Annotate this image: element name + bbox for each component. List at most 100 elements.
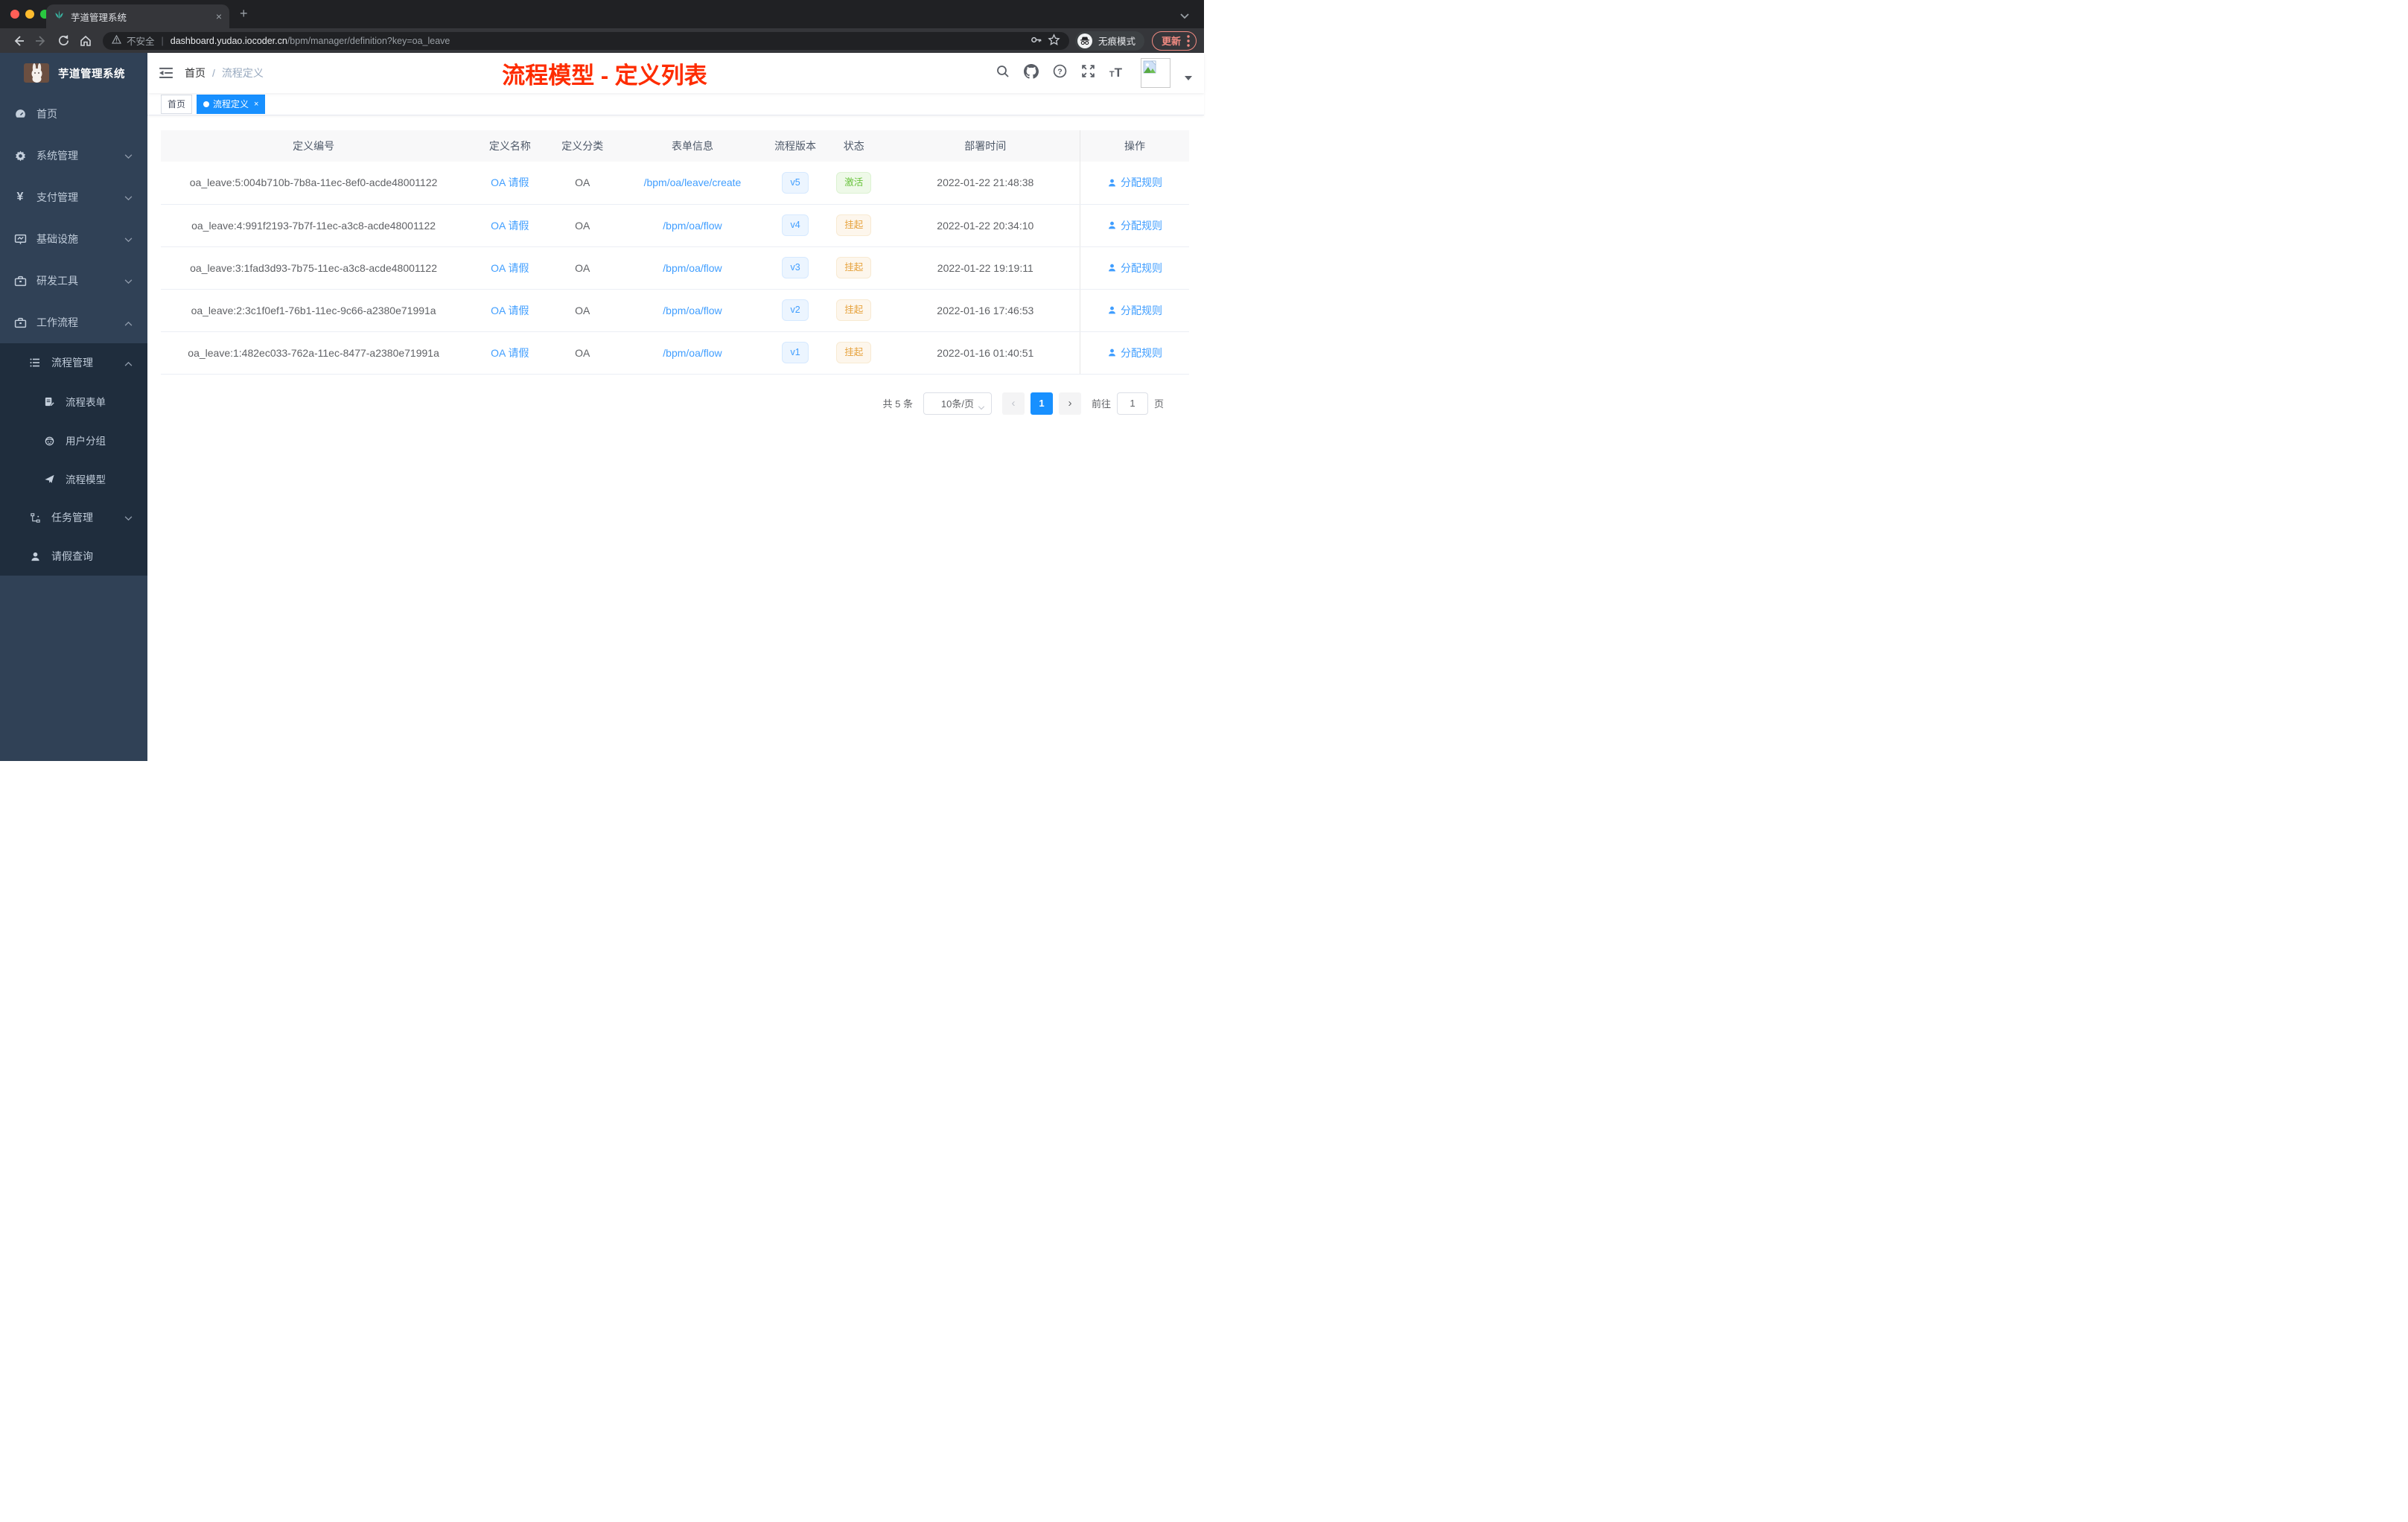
form-link[interactable]: /bpm/oa/flow bbox=[663, 220, 722, 232]
goto-unit-label: 页 bbox=[1153, 398, 1164, 410]
back-icon[interactable] bbox=[7, 34, 30, 48]
chevron-up-icon bbox=[124, 316, 133, 328]
status-badge: 挂起 bbox=[836, 214, 872, 236]
definition-name-link[interactable]: OA 请假 bbox=[491, 347, 529, 359]
fullscreen-icon[interactable] bbox=[1081, 64, 1095, 82]
home-icon[interactable] bbox=[74, 34, 97, 48]
version-badge: v1 bbox=[782, 342, 809, 363]
url-text[interactable]: dashboard.yudao.iocoder.cn/bpm/manager/d… bbox=[171, 36, 450, 46]
sidebar-collapse-icon[interactable] bbox=[159, 67, 173, 79]
definition-name-link[interactable]: OA 请假 bbox=[491, 262, 529, 274]
table-row: oa_leave:4:991f2193-7b7f-11ec-a3c8-acde4… bbox=[161, 204, 1189, 247]
password-key-icon[interactable] bbox=[1030, 34, 1042, 48]
new-tab-button[interactable]: + bbox=[240, 6, 248, 21]
sidebar-item-task-management[interactable]: 任务管理 bbox=[0, 498, 147, 537]
tag-home[interactable]: 首页 bbox=[161, 94, 193, 114]
tab-title: 芋道管理系统 bbox=[71, 12, 127, 23]
current-page-button[interactable]: 1 bbox=[1030, 392, 1053, 415]
tab-close-icon[interactable]: × bbox=[216, 10, 222, 22]
form-link[interactable]: /bpm/oa/flow bbox=[663, 262, 722, 274]
next-page-button[interactable]: › bbox=[1058, 392, 1081, 415]
update-button[interactable]: 更新 bbox=[1151, 31, 1197, 51]
cell-category: OA bbox=[553, 246, 611, 290]
definition-name-link[interactable]: OA 请假 bbox=[491, 305, 529, 316]
avatar-caret-down-icon[interactable] bbox=[1185, 76, 1192, 80]
sidebar-item-process-form[interactable]: 流程表单 bbox=[0, 382, 147, 421]
sidebar-item-infrastructure[interactable]: 基础设施 bbox=[0, 218, 147, 260]
table-row: oa_leave:3:1fad3d93-7b75-11ec-a3c8-acde4… bbox=[161, 246, 1189, 290]
cell-category: OA bbox=[553, 204, 611, 247]
tags-view-bar: 首页 流程定义 × bbox=[147, 93, 1204, 115]
page-size-select[interactable]: 10条/页 bbox=[923, 392, 992, 415]
minimize-window-button[interactable] bbox=[25, 10, 34, 19]
tag-close-icon[interactable]: × bbox=[254, 100, 258, 109]
user-icon bbox=[28, 551, 42, 562]
sidebar: 芋道管理系统 首页 系统管理 ¥ 支付管理 基础设施 研发工具 工作流程 流程管… bbox=[0, 53, 147, 761]
chevron-down-icon bbox=[124, 191, 133, 203]
form-link[interactable]: /bpm/oa/leave/create bbox=[644, 176, 742, 188]
user-icon bbox=[1109, 264, 1115, 272]
briefcase-icon bbox=[13, 316, 27, 329]
user-icon bbox=[1109, 179, 1115, 187]
browser-tab[interactable]: 芋道管理系统 × bbox=[46, 4, 229, 28]
goto-page-input[interactable] bbox=[1116, 392, 1148, 415]
form-link[interactable]: /bpm/oa/flow bbox=[663, 305, 722, 316]
bookmark-star-icon[interactable] bbox=[1048, 33, 1060, 48]
address-bar[interactable]: 不安全 | dashboard.yudao.iocoder.cn/bpm/man… bbox=[103, 31, 1069, 50]
sidebar-item-label: 基础设施 bbox=[36, 233, 78, 245]
assign-rule-button[interactable]: 分配规则 bbox=[1107, 303, 1162, 318]
definition-name-link[interactable]: OA 请假 bbox=[491, 176, 529, 188]
cell-deploy-time: 2022-01-22 21:48:38 bbox=[891, 162, 1080, 205]
goto-label: 前往 bbox=[1091, 398, 1111, 410]
version-badge: v2 bbox=[782, 299, 809, 321]
sidebar-item-process-model[interactable]: 流程模型 bbox=[0, 459, 147, 498]
font-size-icon[interactable]: TT bbox=[1109, 66, 1122, 80]
sidebar-item-workflow[interactable]: 工作流程 bbox=[0, 302, 147, 343]
avatar[interactable] bbox=[1141, 58, 1170, 88]
prev-page-button[interactable]: ‹ bbox=[1001, 392, 1025, 415]
status-badge: 激活 bbox=[836, 172, 872, 194]
incognito-icon bbox=[1077, 33, 1092, 48]
active-dot-icon bbox=[203, 101, 210, 107]
github-icon[interactable] bbox=[1023, 63, 1039, 83]
navbar-actions: ? TT bbox=[996, 58, 1192, 88]
pagination: 共 5 条 10条/页 ‹ 1 › 前往 页 bbox=[161, 392, 1189, 415]
close-window-button[interactable] bbox=[10, 10, 19, 19]
sidebar-item-system[interactable]: 系统管理 bbox=[0, 135, 147, 176]
sidebar-item-user-group[interactable]: 用户分组 bbox=[0, 421, 147, 459]
forward-icon[interactable] bbox=[30, 34, 52, 48]
tag-label: 首页 bbox=[168, 99, 186, 109]
column-header-status: 状态 bbox=[817, 130, 891, 162]
browser-menu-kebab-icon[interactable] bbox=[1187, 34, 1190, 47]
form-link[interactable]: /bpm/oa/flow bbox=[663, 347, 722, 359]
column-header-id: 定义编号 bbox=[161, 130, 467, 162]
sidebar-item-dev-tools[interactable]: 研发工具 bbox=[0, 260, 147, 302]
assign-rule-button[interactable]: 分配规则 bbox=[1107, 346, 1162, 360]
window-controls[interactable] bbox=[10, 10, 49, 19]
cell-category: OA bbox=[553, 289, 611, 332]
cell-definition-id: oa_leave:1:482ec033-762a-11ec-8477-a2380… bbox=[161, 331, 467, 375]
assign-rule-button[interactable]: 分配规则 bbox=[1107, 261, 1162, 276]
assign-rule-button[interactable]: 分配规则 bbox=[1107, 218, 1162, 233]
sidebar-item-payment[interactable]: ¥ 支付管理 bbox=[0, 176, 147, 218]
reload-icon[interactable] bbox=[52, 34, 74, 47]
sidebar-item-home[interactable]: 首页 bbox=[0, 93, 147, 135]
table-row: oa_leave:1:482ec033-762a-11ec-8477-a2380… bbox=[161, 331, 1189, 375]
tab-search-chevron-icon[interactable] bbox=[1180, 10, 1189, 23]
status-badge: 挂起 bbox=[836, 299, 872, 321]
breadcrumb-home[interactable]: 首页 bbox=[185, 66, 206, 80]
security-warning-icon[interactable] bbox=[111, 34, 122, 46]
breadcrumb-current: 流程定义 bbox=[221, 67, 264, 79]
definition-name-link[interactable]: OA 请假 bbox=[491, 220, 529, 232]
monitor-icon bbox=[13, 233, 27, 246]
cell-deploy-time: 2022-01-22 20:34:10 bbox=[891, 204, 1080, 247]
assign-rule-button[interactable]: 分配规则 bbox=[1107, 175, 1162, 190]
tag-process-definition[interactable]: 流程定义 × bbox=[197, 94, 266, 114]
incognito-label: 无痕模式 bbox=[1098, 36, 1135, 47]
search-icon[interactable] bbox=[996, 65, 1010, 82]
chevron-down-icon bbox=[124, 150, 133, 162]
security-label[interactable]: 不安全 bbox=[127, 34, 155, 48]
help-icon[interactable]: ? bbox=[1053, 64, 1067, 82]
sidebar-item-process-management[interactable]: 流程管理 bbox=[0, 343, 147, 382]
sidebar-item-leave-query[interactable]: 请假查询 bbox=[0, 537, 147, 576]
